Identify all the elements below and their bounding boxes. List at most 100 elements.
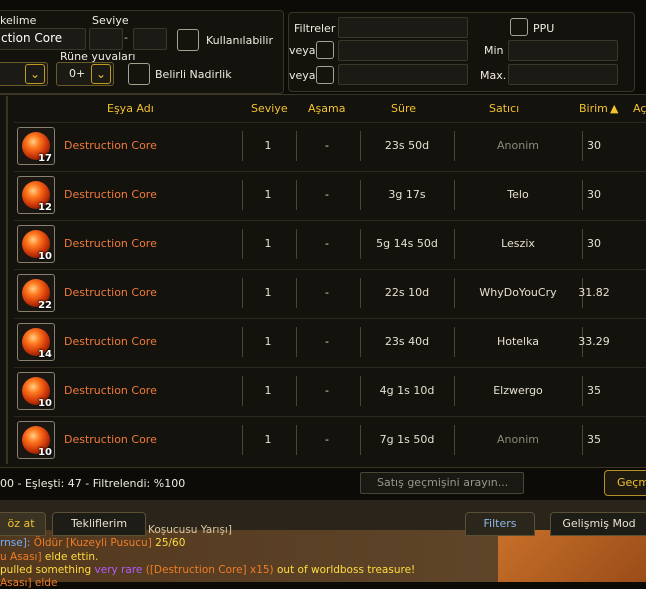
cell-level: 1 [264,237,272,250]
price-min-input[interactable] [508,40,618,61]
cell-level: 1 [264,384,272,397]
level-max-input[interactable] [133,28,167,50]
item-icon[interactable]: 10 [17,372,55,410]
cell-stage: - [325,384,329,397]
item-name-input[interactable]: ction Core [0,28,86,50]
cell-duration: 5g 14s 50d [376,237,438,250]
cell-stage: - [325,188,329,201]
item-quantity: 12 [38,202,52,213]
chat-line-4: Asası] elde [0,577,57,589]
chat-text: 25/60 [151,537,186,549]
history-button[interactable]: Geçm [604,470,646,496]
cell-unit: 33.29 [578,335,610,348]
cell-name: Destruction Core [64,286,157,299]
cell-duration: 22s 10d [384,286,430,299]
word-label: kelime [0,14,37,27]
item-icon[interactable]: 22 [17,274,55,312]
chat-text: out of worldboss treasure! [273,564,416,576]
header-level[interactable]: Seviye [251,102,288,115]
cell-duration: 23s 50d [384,139,430,152]
header-extra[interactable]: Aç [633,102,646,115]
rarity-checkbox[interactable] [128,63,150,85]
chat-text: Koşucusu Yarışı] [148,524,232,536]
usable-checkbox[interactable] [177,29,199,51]
rarity-label: Belirli Nadirlik [155,68,232,81]
min-label: Min [484,44,504,57]
cell-unit: 35 [587,433,601,446]
cell-level: 1 [264,335,272,348]
cell-seller: Hotelka [496,335,540,348]
cell-duration: 4g 1s 10d [379,384,435,397]
filter-input-1[interactable] [338,17,468,38]
item-icon[interactable]: 10 [17,225,55,263]
sales-history-placeholder: Satış geçmişini arayın... [377,476,509,489]
header-item-name[interactable]: Eşya Adı [107,102,154,115]
table-row[interactable]: 17 Destruction Core 1 - 23s 50d Anonim 30 [14,122,646,169]
header-unit[interactable]: Birim [579,102,608,115]
cell-unit: 30 [587,237,601,250]
or-checkbox-2[interactable] [316,66,334,84]
tab-left[interactable]: öz at [0,512,46,536]
item-icon[interactable]: 17 [17,127,55,165]
or-checkbox-1[interactable] [316,41,334,59]
level-label: Seviye [92,14,129,27]
cell-level: 1 [264,139,272,152]
chat-text: Öldür [33,537,63,549]
table-row[interactable]: 10 Destruction Core 1 - 7g 1s 50d Anonim 35 [14,416,646,463]
cell-stage: - [325,335,329,348]
cell-level: 1 [264,188,272,201]
level-min-input[interactable] [89,28,123,50]
header-duration[interactable]: Süre [391,102,416,115]
chat-text: very rare [94,564,143,576]
tab-advanced-mode[interactable]: Gelişmiş Mod [550,512,646,536]
cell-stage: - [325,237,329,250]
tab-my-offers[interactable]: Tekliflerim [52,512,146,536]
sales-history-search-input[interactable]: Satış geçmişini arayın... [360,472,524,494]
ppu-checkbox[interactable] [510,18,528,36]
header-stage[interactable]: Aşama [308,102,345,115]
tab-filters[interactable]: Filters [465,512,535,536]
item-icon[interactable]: 14 [17,323,55,361]
header-seller[interactable]: Satıcı [489,102,519,115]
item-quantity: 10 [38,398,52,409]
filter-input-3[interactable] [338,64,468,85]
cell-level: 1 [264,286,272,299]
chat-line-1: rnse]: Öldür [Kuzeyli Pusucu] 25/60 [0,537,185,549]
level-dash: - [124,31,128,44]
table-row[interactable]: 22 Destruction Core 1 - 22s 10d WhyDoYouCry 31… [14,269,646,316]
cell-duration: 3g 17s [388,188,426,201]
chat-line-2: u Asası] elde ettin. [0,551,98,563]
cell-name: Destruction Core [64,433,157,446]
item-icon[interactable]: 12 [17,176,55,214]
chevron-down-icon: ⌄ [25,64,45,84]
cell-seller: Anonim [497,433,539,446]
price-max-input[interactable] [508,64,618,85]
item-name-value: ction Core [1,31,63,45]
table-row[interactable]: 10 Destruction Core 1 - 5g 14s 50d Leszix 30 [14,220,646,267]
cell-stage: - [325,286,329,299]
chat-text: Asası] elde [0,577,58,589]
filter-input-2[interactable] [338,40,468,61]
chat-text: rnse]: [0,537,34,549]
table-row[interactable]: 14 Destruction Core 1 - 23s 40d Hotelka 33.29 [14,318,646,365]
cell-duration: 23s 40d [384,335,430,348]
or-label-2: veya [289,69,316,82]
chat-text: [Kuzeyli Pusucu] [65,537,152,549]
item-quantity: 14 [38,349,52,360]
cell-duration: 7g 1s 50d [379,433,435,446]
cell-unit: 35 [587,384,601,397]
chat-line-0: Koşucusu Yarışı] [148,524,232,536]
cell-seller: Elzwergo [493,384,543,397]
item-icon[interactable]: 10 [17,421,55,459]
cell-seller: Leszix [501,237,535,250]
rune-slots-dropdown[interactable]: 0+ ⌄ [56,62,114,86]
table-row[interactable]: 10 Destruction Core 1 - 4g 1s 10d Elzwergo 35 [14,367,646,414]
cell-seller: Anonim [497,139,539,152]
cell-level: 1 [264,433,272,446]
item-quantity: 17 [38,153,52,164]
chat-text: ([Destruction Core] x15) [142,564,274,576]
rarity-dropdown[interactable]: ⌄ [0,62,48,86]
tab-my-offers-label: Tekliflerim [70,517,128,530]
table-row[interactable]: 12 Destruction Core 1 - 3g 17s Telo 30 [14,171,646,218]
item-quantity: 10 [38,251,52,262]
